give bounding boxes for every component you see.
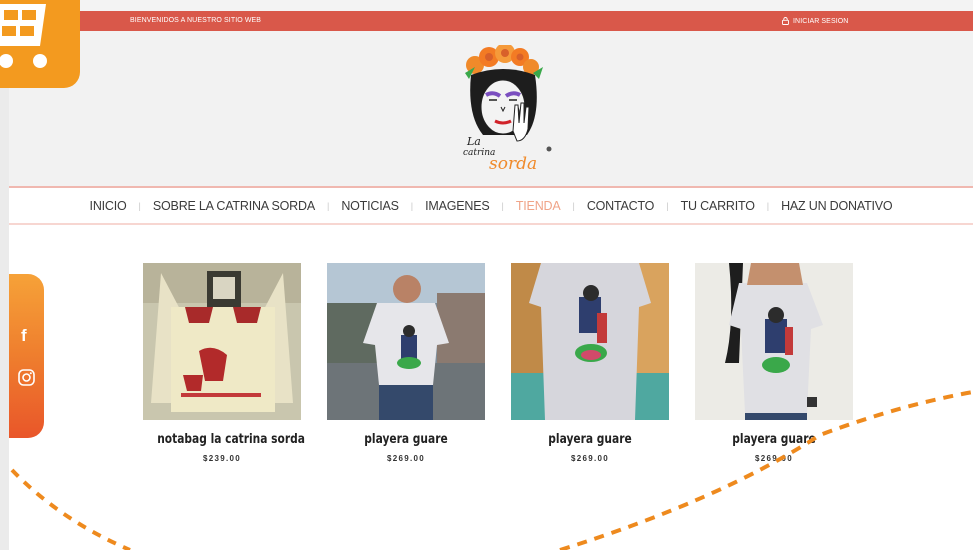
product-image-playera[interactable] bbox=[327, 263, 485, 420]
logo-text-sorda: sorda bbox=[489, 154, 537, 170]
product-card[interactable]: notabag la catrina sorda $239.00 bbox=[143, 263, 305, 463]
catrina-logo[interactable]: La catrina sorda bbox=[453, 45, 558, 170]
instagram-icon[interactable] bbox=[18, 369, 35, 386]
nav-donativo[interactable]: HAZ UN DONATIVO bbox=[781, 199, 893, 213]
main-nav: INICIO | SOBRE LA CATRINA SORDA | NOTICI… bbox=[9, 188, 973, 223]
product-price: $269.00 bbox=[570, 454, 610, 463]
nav-tienda[interactable]: TIENDA bbox=[516, 199, 561, 213]
lock-icon bbox=[782, 17, 789, 25]
login-label: INICIAR SESION bbox=[793, 17, 849, 25]
nav-separator: | bbox=[326, 200, 330, 211]
top-gap bbox=[9, 0, 973, 11]
nav-separator: | bbox=[666, 200, 669, 211]
nav-separator: | bbox=[572, 200, 575, 211]
product-name[interactable]: playera guare bbox=[341, 432, 471, 447]
nav-separator: | bbox=[766, 200, 770, 211]
nav-border-bottom bbox=[9, 223, 973, 225]
nav-separator: | bbox=[410, 200, 414, 211]
login-link[interactable]: INICIAR SESION bbox=[782, 17, 848, 25]
nav-noticias[interactable]: NOTICIAS bbox=[341, 199, 399, 213]
nav-imagenes[interactable]: IMAGENES bbox=[425, 199, 490, 213]
cart-badge[interactable] bbox=[0, 0, 80, 88]
top-bar: BIENVENIDOS A NUESTRO SITIO WEB INICIAR … bbox=[9, 11, 973, 31]
logo-text-la: La bbox=[466, 135, 481, 148]
product-name[interactable]: notabag la catrina sorda bbox=[157, 432, 305, 447]
product-image-playera[interactable] bbox=[511, 263, 669, 420]
product-price: $239.00 bbox=[202, 454, 242, 463]
nav-separator: | bbox=[501, 200, 504, 211]
product-image-playera[interactable] bbox=[695, 263, 853, 420]
welcome-text: BIENVENIDOS A NUESTRO SITIO WEB bbox=[130, 17, 262, 24]
product-name[interactable]: playera guare bbox=[525, 432, 655, 447]
product-price: $269.00 bbox=[754, 454, 794, 463]
social-side-panel: f bbox=[9, 274, 44, 438]
product-card[interactable]: playera guare $269.00 bbox=[327, 263, 485, 463]
nav-sobre[interactable]: SOBRE LA CATRINA SORDA bbox=[153, 199, 315, 213]
product-image-notabag[interactable] bbox=[143, 263, 301, 420]
product-card[interactable]: playera guare $269.00 bbox=[511, 263, 669, 463]
product-name[interactable]: playera guare bbox=[709, 432, 839, 447]
nav-separator: | bbox=[138, 200, 141, 211]
site-header: La catrina sorda bbox=[9, 31, 973, 186]
nav-contacto[interactable]: CONTACTO bbox=[587, 199, 655, 213]
facebook-icon[interactable]: f bbox=[21, 326, 27, 346]
cart-icon bbox=[0, 4, 47, 68]
nav-tu-carrito[interactable]: TU CARRITO bbox=[681, 199, 755, 213]
product-card[interactable]: playera guare $269.00 bbox=[695, 263, 853, 463]
nav-inicio[interactable]: INICIO bbox=[90, 199, 127, 213]
product-price: $269.00 bbox=[386, 454, 426, 463]
